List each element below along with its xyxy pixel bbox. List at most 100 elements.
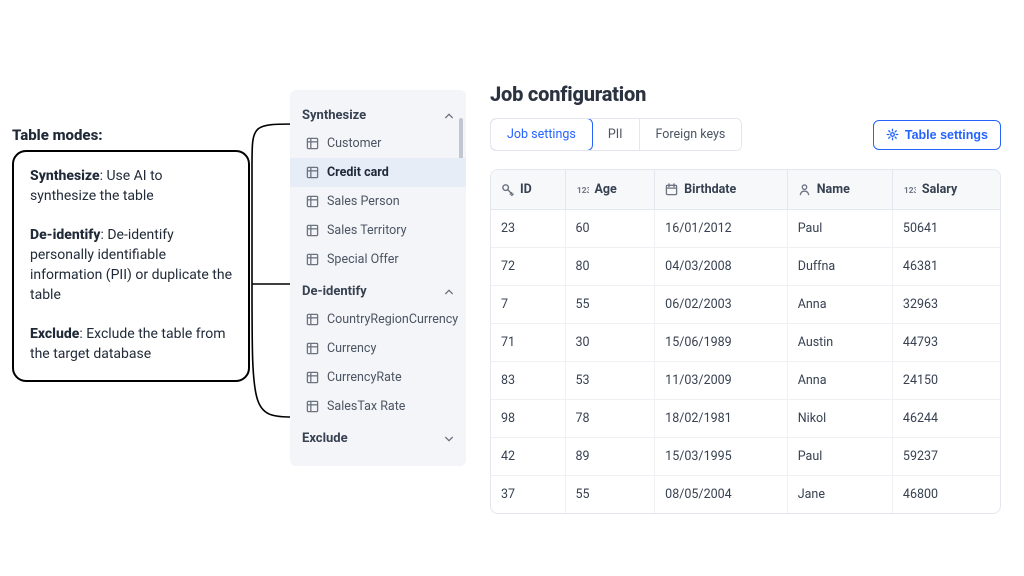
gear-icon — [886, 128, 899, 141]
column-header[interactable]: Birthdate — [655, 170, 788, 210]
table-body: 236016/01/2012Paul50641728004/03/2008Duf… — [491, 210, 1000, 513]
cell-salary: 59237 — [893, 438, 1000, 476]
column-label: ID — [520, 182, 532, 197]
sidebar-item-label: CountryRegionCurrency — [327, 312, 458, 327]
table-row[interactable]: 428915/03/1995Paul59237 — [491, 438, 1000, 476]
sidebar-item[interactable]: CountryRegionCurrency — [290, 305, 466, 334]
cell-id: 72 — [491, 248, 566, 286]
cell-salary: 46800 — [893, 476, 1000, 513]
table-row[interactable]: 835311/03/2009Anna24150 — [491, 362, 1000, 400]
sidebar-item[interactable]: Sales Person — [290, 187, 466, 216]
numbers-icon — [576, 183, 589, 196]
main-panel: Job configuration Job settings PII Forei… — [490, 82, 1001, 514]
table-header-row: ID Age Birthdate Name Salary — [491, 170, 1000, 210]
cell-name: Nikol — [788, 400, 893, 438]
tab-pii[interactable]: PII — [592, 119, 640, 150]
table-icon — [306, 137, 319, 150]
toolbar-row: Job settings PII Foreign keys Table sett… — [490, 118, 1001, 151]
person-icon — [798, 183, 811, 196]
column-header[interactable]: Age — [566, 170, 656, 210]
sidebar-item[interactable]: SalesTax Rate — [290, 392, 466, 421]
sidebar-item-label: Sales Person — [327, 194, 400, 209]
cell-name: Anna — [788, 362, 893, 400]
cell-age: 55 — [566, 476, 656, 513]
table-icon — [306, 342, 319, 355]
annotation-item-synthesize: Synthesize: Use AI to synthesize the tab… — [30, 166, 232, 207]
tab-job-settings[interactable]: Job settings — [490, 118, 593, 151]
table-row[interactable]: 236016/01/2012Paul50641 — [491, 210, 1000, 248]
cell-name: Paul — [788, 210, 893, 248]
cell-birthdate: 15/03/1995 — [655, 438, 788, 476]
cell-birthdate: 04/03/2008 — [655, 248, 788, 286]
cell-age: 55 — [566, 286, 656, 324]
section-head-exclude[interactable]: Exclude — [290, 421, 466, 452]
table-row[interactable]: 728004/03/2008Duffna46381 — [491, 248, 1000, 286]
section-head-synthesize[interactable]: Synthesize — [290, 98, 466, 129]
tabs: Job settings PII Foreign keys — [490, 118, 742, 151]
section-head-deidentify[interactable]: De-identify — [290, 274, 466, 305]
cell-id: 83 — [491, 362, 566, 400]
calendar-icon — [665, 183, 678, 196]
cell-age: 60 — [566, 210, 656, 248]
cell-birthdate: 06/02/2003 — [655, 286, 788, 324]
column-header[interactable]: Name — [788, 170, 893, 210]
chevron-up-icon — [444, 287, 454, 297]
annotation-item-deidentify: De-identify: De-identify personally iden… — [30, 225, 232, 306]
tab-foreign-keys[interactable]: Foreign keys — [640, 119, 742, 150]
sidebar-item[interactable]: CurrencyRate — [290, 363, 466, 392]
numbers-icon — [903, 183, 916, 196]
sidebar-item-label: Customer — [327, 136, 381, 151]
sidebar-item-label: Currency — [327, 341, 376, 356]
column-header[interactable]: ID — [491, 170, 566, 210]
table-settings-button[interactable]: Table settings — [873, 120, 1001, 150]
table-row[interactable]: 375508/05/2004Jane46800 — [491, 476, 1000, 513]
cell-name: Jane — [788, 476, 893, 513]
cell-age: 78 — [566, 400, 656, 438]
column-label: Birthdate — [684, 182, 736, 197]
annotation-title: Table modes: — [12, 126, 103, 144]
sidebar-item-label: SalesTax Rate — [327, 399, 405, 414]
cell-id: 98 — [491, 400, 566, 438]
table-icon — [306, 224, 319, 237]
annotation-box: Synthesize: Use AI to synthesize the tab… — [12, 150, 250, 382]
sidebar-item[interactable]: Currency — [290, 334, 466, 363]
cell-name: Anna — [788, 286, 893, 324]
cell-name: Duffna — [788, 248, 893, 286]
cell-id: 71 — [491, 324, 566, 362]
column-label: Name — [817, 182, 850, 197]
cell-age: 89 — [566, 438, 656, 476]
cell-name: Austin — [788, 324, 893, 362]
cell-birthdate: 16/01/2012 — [655, 210, 788, 248]
cell-birthdate: 08/05/2004 — [655, 476, 788, 513]
cell-salary: 24150 — [893, 362, 1000, 400]
table-row[interactable]: 75506/02/2003Anna32963 — [491, 286, 1000, 324]
key-icon — [501, 183, 514, 196]
sidebar-item[interactable]: Customer — [290, 129, 466, 158]
sidebar-item[interactable]: Credit card — [290, 158, 466, 187]
cell-birthdate: 15/06/1989 — [655, 324, 788, 362]
table-icon — [306, 195, 319, 208]
cell-birthdate: 11/03/2009 — [655, 362, 788, 400]
sidebar-item-label: Sales Territory — [327, 223, 407, 238]
column-label: Age — [595, 182, 617, 197]
sidebar-item[interactable]: Special Offer — [290, 245, 466, 274]
page-title: Job configuration — [490, 82, 1001, 106]
table-icon — [306, 253, 319, 266]
section-list-deidentify: CountryRegionCurrency Currency CurrencyRat… — [290, 305, 466, 421]
sidebar-item-label: CurrencyRate — [327, 370, 402, 385]
section-title: Synthesize — [302, 108, 366, 123]
cell-age: 30 — [566, 324, 656, 362]
chevron-up-icon — [444, 111, 454, 121]
table-icon — [306, 371, 319, 384]
cell-id: 7 — [491, 286, 566, 324]
table-row[interactable]: 713015/06/1989Austin44793 — [491, 324, 1000, 362]
cell-salary: 50641 — [893, 210, 1000, 248]
table-row[interactable]: 987818/02/1981Nikol46244 — [491, 400, 1000, 438]
section-list-synthesize: Customer Credit card Sales Person Sales Ter… — [290, 129, 466, 274]
table-settings-label: Table settings — [905, 128, 988, 142]
cell-salary: 32963 — [893, 286, 1000, 324]
cell-id: 23 — [491, 210, 566, 248]
column-header[interactable]: Salary — [893, 170, 1000, 210]
sidebar-item[interactable]: Sales Territory — [290, 216, 466, 245]
column-label: Salary — [922, 182, 957, 197]
